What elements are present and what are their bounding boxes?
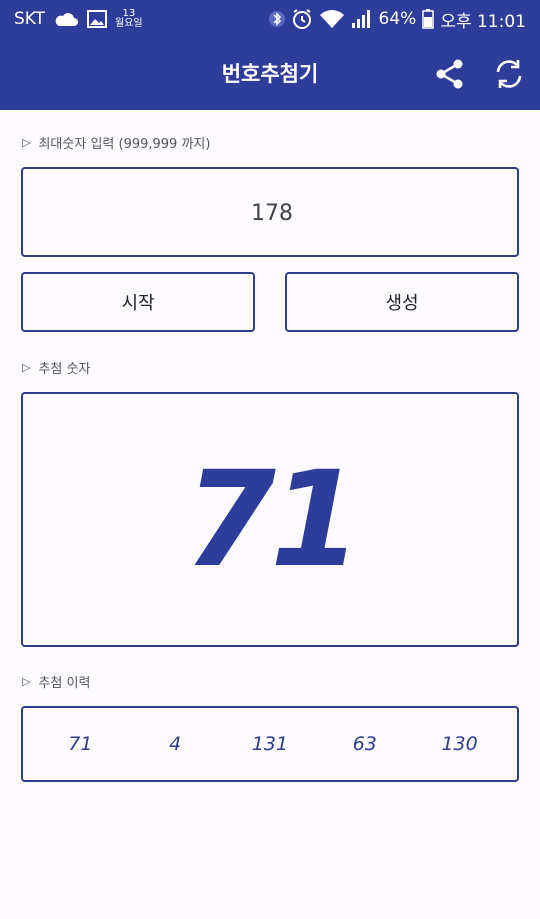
result-panel: 71 [21,392,519,647]
drawn-number: 71 [184,442,362,597]
history-list: 71 4 131 63 130 [21,706,519,782]
cloud-icon [53,10,79,28]
share-icon[interactable] [432,56,468,92]
history-item: 4 [169,733,182,755]
bluetooth-icon [268,9,285,29]
max-input-label: ▷ 최대숫자 입력 (999,999 까지) [22,136,211,152]
max-number-input[interactable] [23,169,521,257]
result-label: ▷ 추첨 숫자 [22,361,91,377]
signal-icon [351,9,373,29]
max-number-field-container [21,167,521,257]
start-button[interactable]: 시작 [21,272,255,332]
triangle-icon: ▷ [22,675,31,688]
refresh-icon[interactable] [491,56,527,92]
calendar-date: 13 월요일 [115,8,143,29]
battery-percent: 64% [378,9,417,29]
alarm-icon [291,8,313,30]
clock-time: 오후 11:01 [440,11,526,32]
triangle-icon: ▷ [22,136,31,149]
generate-button-label: 생성 [385,293,419,314]
history-item: 63 [352,733,377,755]
history-item: 71 [68,733,93,755]
start-button-label: 시작 [121,293,155,314]
triangle-icon: ▷ [22,361,31,374]
app-bar: 번호추첨기 [0,38,540,110]
carrier-label: SKT [14,9,46,29]
history-item: 131 [251,733,289,755]
status-bar: SKT 13 월요일 64% 오후 11:01 [0,0,540,38]
image-icon [87,10,108,28]
generate-button[interactable]: 생성 [285,272,519,332]
battery-icon [422,9,435,29]
wifi-icon [319,9,345,29]
history-label: ▷ 추첨 이력 [22,675,91,691]
history-item: 130 [441,733,478,755]
